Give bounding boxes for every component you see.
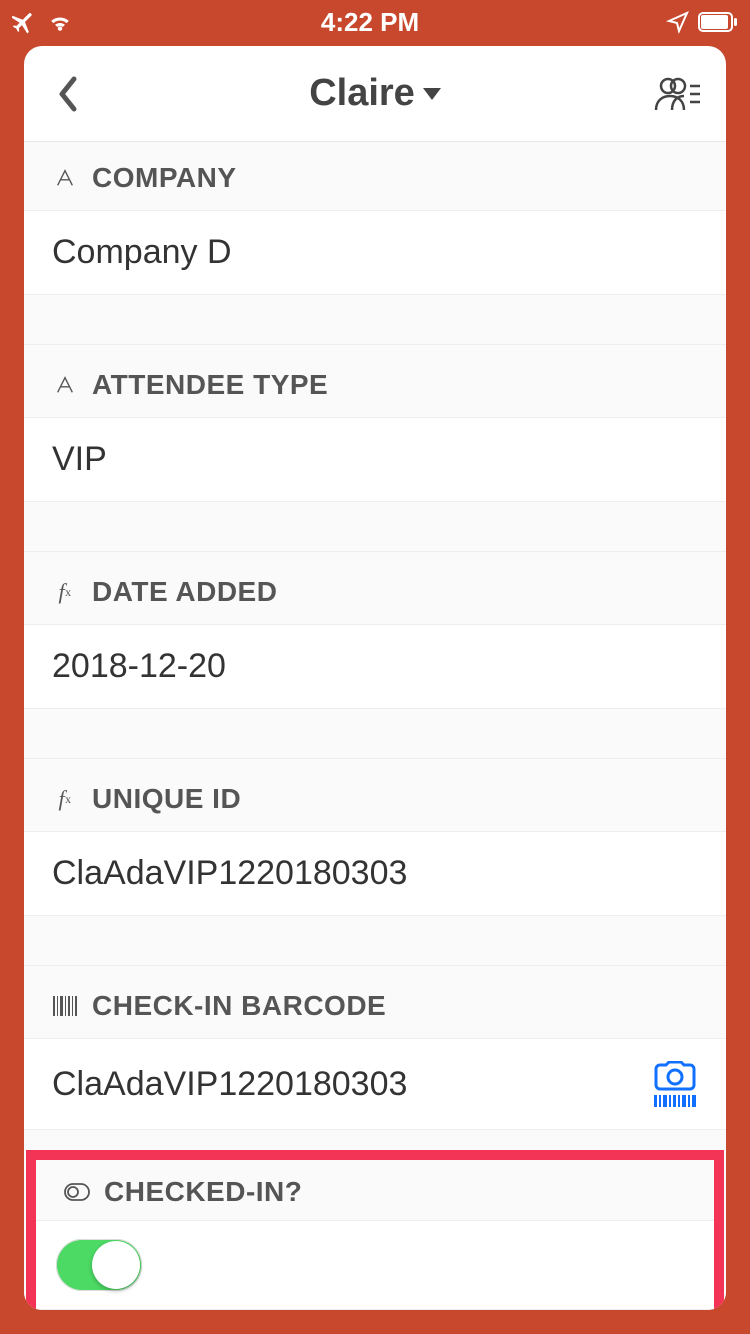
- text-field-icon: [52, 372, 78, 398]
- field-header-checked-in: CHECKED-IN?: [36, 1160, 714, 1221]
- back-button[interactable]: [48, 74, 88, 114]
- status-time: 4:22 PM: [74, 7, 666, 38]
- text-field-icon: [52, 165, 78, 191]
- field-list[interactable]: COMPANY Company D ATTENDEE TYPE VIP fx D…: [24, 142, 726, 1310]
- field-label: CHECKED-IN?: [104, 1176, 302, 1208]
- field-label: ATTENDEE TYPE: [92, 369, 328, 401]
- wifi-icon: [46, 11, 74, 33]
- field-label: UNIQUE ID: [92, 783, 241, 815]
- status-bar: 4:22 PM: [0, 0, 750, 44]
- barcode-field-icon: [52, 993, 78, 1019]
- location-icon: [666, 10, 690, 34]
- field-value-company[interactable]: Company D: [24, 211, 726, 295]
- chevron-down-icon: [423, 88, 441, 100]
- field-header-company: COMPANY: [24, 142, 726, 211]
- airplane-mode-icon: [12, 9, 38, 35]
- nav-title-dropdown[interactable]: Claire: [309, 72, 441, 115]
- detail-card: Claire COMPANY: [24, 46, 726, 1310]
- field-label: COMPANY: [92, 162, 237, 194]
- field-value-attendee-type[interactable]: VIP: [24, 418, 726, 502]
- field-value-unique-id[interactable]: ClaAdaVIP1220180303: [24, 832, 726, 916]
- field-label: CHECK-IN BARCODE: [92, 990, 386, 1022]
- field-header-unique-id: fx UNIQUE ID: [24, 759, 726, 832]
- formula-field-icon: fx: [52, 786, 78, 812]
- field-label: DATE ADDED: [92, 576, 277, 608]
- checked-in-toggle[interactable]: [56, 1239, 142, 1291]
- field-value-checked-in: [36, 1221, 714, 1310]
- field-header-date-added: fx DATE ADDED: [24, 552, 726, 625]
- battery-icon: [698, 12, 738, 32]
- field-value-date-added[interactable]: 2018-12-20: [24, 625, 726, 709]
- highlighted-checked-in-section: CHECKED-IN?: [26, 1150, 724, 1310]
- nav-bar: Claire: [24, 46, 726, 142]
- field-header-barcode: CHECK-IN BARCODE: [24, 966, 726, 1039]
- scan-barcode-button[interactable]: [652, 1061, 698, 1107]
- nav-title-text: Claire: [309, 72, 415, 115]
- field-header-attendee-type: ATTENDEE TYPE: [24, 345, 726, 418]
- toggle-field-icon: [64, 1179, 90, 1205]
- people-list-icon[interactable]: [654, 74, 702, 114]
- field-value-barcode[interactable]: ClaAdaVIP1220180303: [24, 1039, 726, 1130]
- formula-field-icon: fx: [52, 579, 78, 605]
